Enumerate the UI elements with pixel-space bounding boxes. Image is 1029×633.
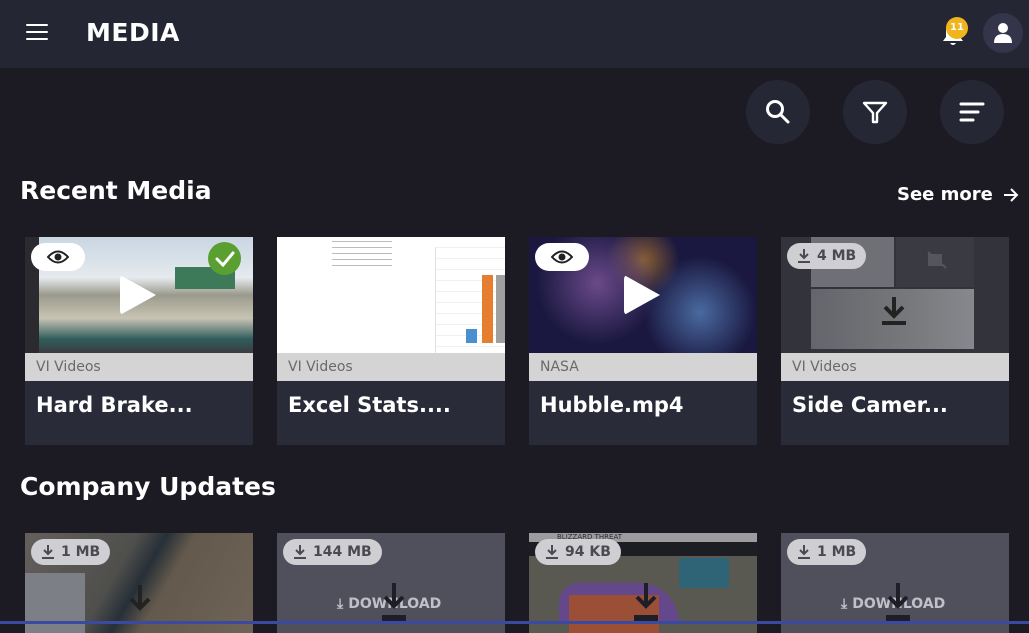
download-arrow-icon: [634, 583, 658, 621]
selected-check: [208, 242, 241, 275]
download-icon: [798, 249, 810, 263]
card-category: VI Videos: [25, 353, 253, 381]
top-bar: MEDIA 11: [0, 0, 1029, 68]
sort-button[interactable]: [940, 80, 1004, 144]
card-category: VI Videos: [781, 353, 1009, 381]
download-small-icon: ⤓: [841, 596, 848, 612]
app-title: MEDIA: [86, 18, 180, 47]
update-card[interactable]: BLIZZARD THREAT 94 KB: [529, 533, 757, 633]
download-size-badge[interactable]: 4 MB: [787, 243, 867, 269]
see-more-label: See more: [897, 184, 993, 205]
file-size: 1 MB: [61, 544, 101, 560]
download-size-badge[interactable]: 144 MB: [283, 539, 382, 565]
arrow-right-icon: [1003, 187, 1019, 202]
hamburger-icon[interactable]: [26, 24, 48, 42]
download-arrow-icon: [382, 583, 406, 621]
media-card[interactable]: VI Videos Excel Stats....: [277, 237, 505, 445]
notification-badge: 11: [946, 17, 968, 39]
company-updates-heading: Company Updates: [20, 472, 276, 501]
sort-icon: [959, 102, 985, 122]
update-card[interactable]: ⤓ DOWNLOAD 1 MB: [781, 533, 1009, 633]
download-icon: [294, 545, 306, 559]
file-size: 144 MB: [313, 544, 372, 560]
play-icon[interactable]: [120, 275, 156, 315]
viewed-badge: [31, 243, 85, 271]
filter-icon: [862, 101, 888, 124]
play-icon[interactable]: [624, 275, 660, 315]
camera-off-icon: [927, 251, 947, 269]
file-size: 94 KB: [565, 544, 611, 560]
download-arrow-icon: [886, 583, 910, 621]
file-size: 4 MB: [817, 248, 857, 264]
media-card[interactable]: NASA Hubble.mp4: [529, 237, 757, 445]
card-category: VI Videos: [277, 353, 505, 381]
download-size-badge[interactable]: 94 KB: [535, 539, 621, 565]
checkmark-icon: [215, 251, 234, 267]
file-size: 1 MB: [817, 544, 857, 560]
download-icon: [42, 545, 54, 559]
user-icon: [994, 23, 1012, 43]
card-title: Excel Stats....: [288, 393, 451, 417]
media-card[interactable]: VI Videos Hard Brake...: [25, 237, 253, 445]
card-category: NASA: [529, 353, 757, 381]
eye-icon: [551, 250, 573, 264]
see-more-link[interactable]: See more: [897, 184, 1019, 205]
filter-button[interactable]: [843, 80, 907, 144]
download-arrow-icon: [129, 585, 151, 611]
card-title: Hubble.mp4: [540, 393, 684, 417]
card-title: Side Camer...: [792, 393, 948, 417]
search-button[interactable]: [746, 80, 810, 144]
recent-media-heading: Recent Media: [20, 176, 212, 205]
eye-icon: [47, 250, 69, 264]
card-title: Hard Brake...: [36, 393, 193, 417]
download-size-badge[interactable]: 1 MB: [787, 539, 867, 565]
avatar[interactable]: [983, 13, 1023, 53]
update-card[interactable]: ⤓ DOWNLOAD 144 MB: [277, 533, 505, 633]
download-small-icon: ⤓: [337, 596, 344, 612]
download-size-badge[interactable]: 1 MB: [31, 539, 111, 565]
download-icon: [798, 545, 810, 559]
media-card[interactable]: 4 MB VI Videos Side Camer...: [781, 237, 1009, 445]
viewed-badge: [535, 243, 589, 271]
search-icon: [766, 100, 790, 124]
update-card[interactable]: 1 MB: [25, 533, 253, 633]
download-arrow-icon: [882, 297, 906, 325]
download-icon: [546, 545, 558, 559]
document-thumbnail: [277, 237, 505, 353]
